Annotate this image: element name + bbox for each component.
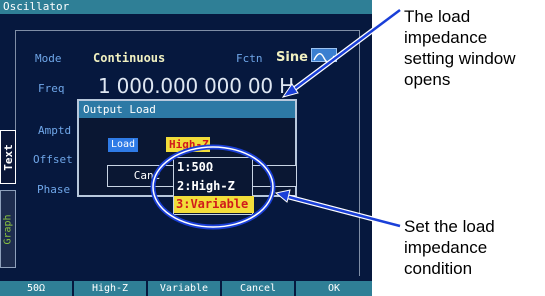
callout-overlay — [150, 7, 402, 230]
arrow-to-dropdown — [274, 189, 401, 229]
arrow-to-window — [281, 7, 402, 98]
highlight-ellipse-inner — [152, 146, 274, 228]
